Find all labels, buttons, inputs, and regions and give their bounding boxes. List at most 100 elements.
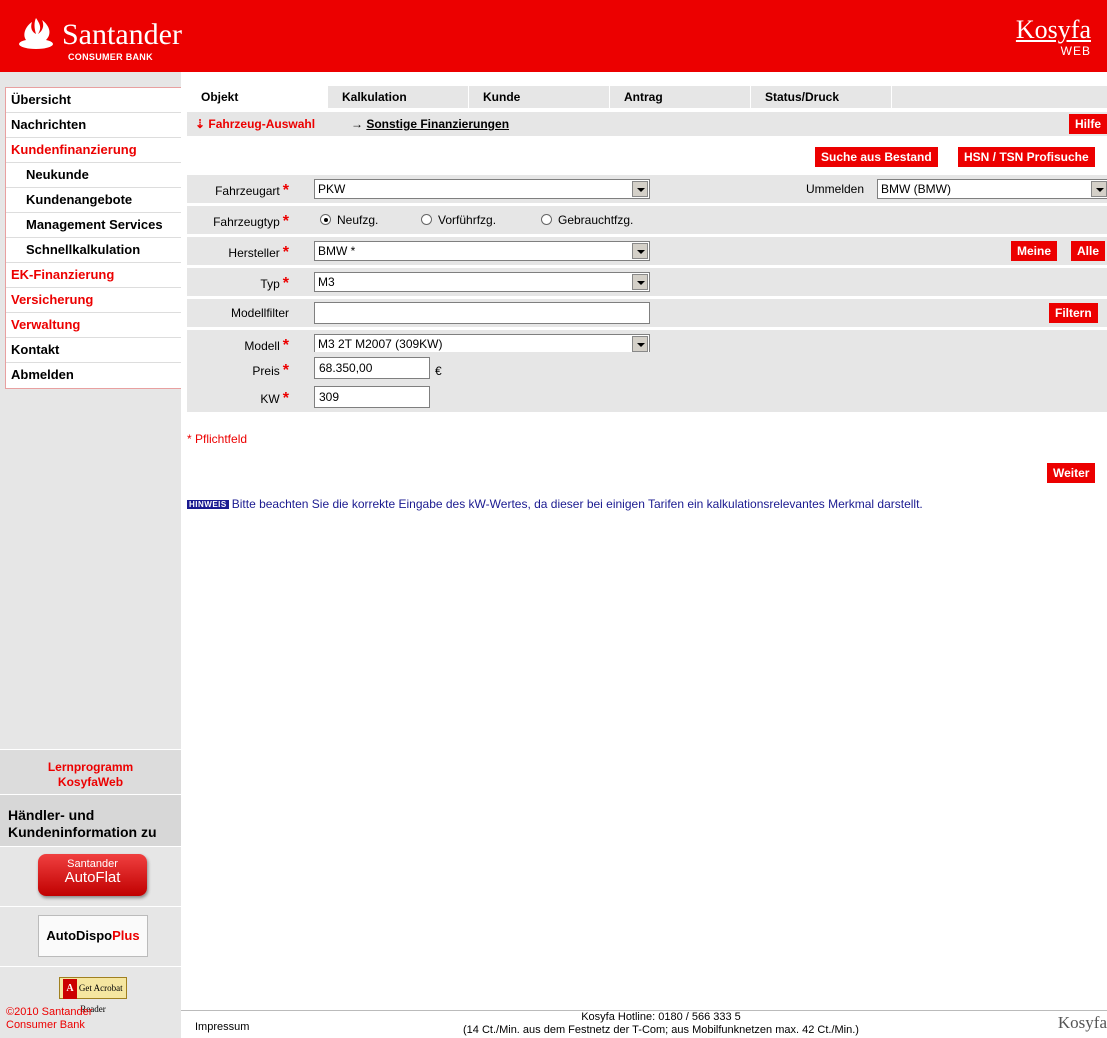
tab-antrag[interactable]: Antrag (610, 86, 751, 108)
tab-kalkulation[interactable]: Kalkulation (328, 86, 469, 108)
autodispo-promo: AutoDispoPlus (0, 906, 181, 966)
suche-bestand-button[interactable]: Suche aus Bestand (815, 147, 938, 167)
typ-select[interactable]: M3 (314, 272, 650, 292)
autoflat-promo: Santander AutoFlat (0, 846, 181, 906)
copyright: ©2010 Santander Consumer Bank (6, 1006, 92, 1032)
sidebar-item-versicherung[interactable]: Versicherung (6, 288, 181, 313)
sidebar-item-ek-finanzierung[interactable]: EK-Finanzierung (6, 263, 181, 288)
weiter-button[interactable]: Weiter (1047, 463, 1096, 483)
chevron-down-icon (632, 243, 648, 259)
brand-name: Santander (62, 18, 182, 51)
chevron-down-icon (632, 274, 648, 290)
sidebar-item-kundenfinanzierung[interactable]: Kundenfinanzierung (6, 138, 181, 163)
sidebar-item-kundenangebote[interactable]: Kundenangebote (6, 188, 181, 213)
kw-input[interactable]: 309 (314, 386, 430, 408)
tab-status-druck[interactable]: Status/Druck (751, 86, 892, 108)
fahrzeugtyp-label: Fahrzeugtyp * (213, 213, 289, 231)
alle-button[interactable]: Alle (1071, 241, 1106, 261)
row-hersteller: Hersteller * BMW * Meine Alle (187, 237, 1107, 265)
autoflat-button[interactable]: Santander AutoFlat (38, 854, 147, 896)
sidebar-item-verwaltung[interactable]: Verwaltung (6, 313, 181, 338)
autodispo-a: AutoDispo (46, 928, 113, 943)
app-name: Kosyfa (1015, 15, 1091, 44)
modell-label-text: Modell (244, 339, 280, 353)
lernprogramm-link[interactable]: Lernprogramm KosyfaWeb (0, 749, 181, 794)
required-mark: * (282, 362, 289, 379)
row-fahrzeugart: Fahrzeugart * PKW Ummelden BMW (BMW) (187, 175, 1107, 203)
radio-unchecked-icon (541, 214, 552, 225)
tab-bar: Objekt Kalkulation Kunde Antrag Status/D… (187, 86, 1107, 108)
sidebar-item-kontakt[interactable]: Kontakt (6, 338, 181, 363)
preis-input[interactable]: 68.350,00 (314, 357, 430, 379)
filtern-button[interactable]: Filtern (1049, 303, 1098, 323)
acrobat-promo: A Get Acrobat Reader (0, 966, 181, 1014)
hinweis-text: Bitte beachten Sie die korrekte Eingabe … (231, 497, 923, 511)
pflichtfeld-note: * Pflichtfeld (187, 432, 248, 446)
sidebar-item-abmelden[interactable]: Abmelden (6, 363, 181, 388)
hersteller-label: Hersteller * (228, 244, 289, 262)
app-subtitle: WEB (1060, 44, 1091, 58)
acrobat-get: Get (78, 983, 92, 993)
required-mark: * (282, 182, 289, 199)
subnav-fahrzeug-auswahl[interactable]: ⇣ Fahrzeug-Auswahl (195, 117, 315, 131)
lernprogramm-line2: KosyfaWeb (57, 775, 124, 789)
subnav-sonstige-label: Sonstige Finanzierungen (366, 117, 510, 131)
chevron-down-icon (1091, 181, 1107, 197)
fahrzeugart-select[interactable]: PKW (314, 179, 650, 199)
radio-gebrauchtfzg[interactable]: Gebrauchtfzg. (541, 213, 633, 227)
typ-label: Typ * (260, 275, 289, 293)
impressum-link[interactable]: Impressum (195, 1021, 249, 1033)
modellfilter-input[interactable] (314, 302, 650, 324)
tab-objekt[interactable]: Objekt (187, 86, 328, 108)
sidebar-item-management-services[interactable]: Management Services (6, 213, 181, 238)
fahrzeugtyp-label-text: Fahrzeugtyp (213, 215, 280, 229)
hersteller-select[interactable]: BMW * (314, 241, 650, 261)
radio-neufzg[interactable]: Neufzg. (320, 213, 378, 227)
required-mark: * (282, 390, 289, 407)
sidebar-item-nachrichten[interactable]: Nachrichten (6, 113, 181, 138)
subnav-sonstige-finanzierungen[interactable]: → Sonstige Finanzierungen (351, 117, 509, 131)
typ-label-text: Typ (260, 277, 280, 291)
info-line1: Händler- und (8, 807, 95, 823)
radio-unchecked-icon (421, 214, 432, 225)
hinweis-badge: HINWEIS (187, 500, 229, 509)
sidebar-item-neukunde[interactable]: Neukunde (6, 163, 181, 188)
header-bar: Santander CONSUMER BANK Kosyfa WEB (0, 0, 1107, 72)
radio-vorfuehrfzg[interactable]: Vorführfzg. (421, 213, 496, 227)
footer: Impressum Kosyfa Hotline: 0180 / 566 333… (181, 1010, 1107, 1038)
hsn-tsn-profisuche-button[interactable]: HSN / TSN Profisuche (958, 147, 1095, 167)
currency-euro: € (435, 364, 442, 378)
typ-value: M3 (318, 275, 335, 289)
modellfilter-label: Modellfilter (230, 306, 289, 320)
hersteller-label-text: Hersteller (228, 246, 280, 260)
kw-label: KW * (260, 390, 289, 408)
radio-gebrauchtfzg-label: Gebrauchtfzg. (558, 213, 634, 227)
modell-select[interactable]: M3 2T M2007 (309KW) (314, 334, 650, 354)
modell-value: M3 2T M2007 (309KW) (318, 337, 443, 351)
ummelden-value: BMW (BMW) (881, 182, 951, 196)
row-kw: KW * 309 (187, 384, 1107, 412)
acrobat-reader-badge[interactable]: A Get Acrobat Reader (59, 977, 127, 1014)
meine-button[interactable]: Meine (1011, 241, 1058, 261)
acrobat-icon: A (63, 979, 77, 999)
chevron-down-icon (632, 181, 648, 197)
lernprogramm-line1: Lernprogramm (47, 760, 134, 774)
hersteller-value: BMW * (318, 244, 356, 258)
hotline-line1: Kosyfa Hotline: 0180 / 566 333 5 (581, 1011, 741, 1023)
autoflat-line2: AutoFlat (64, 869, 121, 886)
kosyfa-logo: Kosyfa WEB (1015, 15, 1091, 59)
row-fahrzeugtyp: Fahrzeugtyp * Neufzg. Vorführfzg. Gebrauc… (187, 206, 1107, 234)
fahrzeugart-label-text: Fahrzeugart (215, 184, 280, 198)
sidebar-item-uebersicht[interactable]: Übersicht (6, 88, 181, 113)
row-modellfilter: Modellfilter Filtern (187, 299, 1107, 327)
fahrzeugart-value: PKW (318, 182, 346, 196)
brand-subtitle: CONSUMER BANK (68, 52, 153, 62)
ummelden-select[interactable]: BMW (BMW) (877, 179, 1107, 199)
autodispo-button[interactable]: AutoDispoPlus (38, 915, 148, 957)
help-button[interactable]: Hilfe (1068, 114, 1107, 134)
required-mark: * (282, 244, 289, 261)
info-line2: Kundeninformation zu (8, 824, 157, 840)
sidebar-item-schnellkalkulation[interactable]: Schnellkalkulation (6, 238, 181, 263)
copyright-line1: ©2010 Santander (6, 1006, 93, 1018)
tab-kunde[interactable]: Kunde (469, 86, 610, 108)
